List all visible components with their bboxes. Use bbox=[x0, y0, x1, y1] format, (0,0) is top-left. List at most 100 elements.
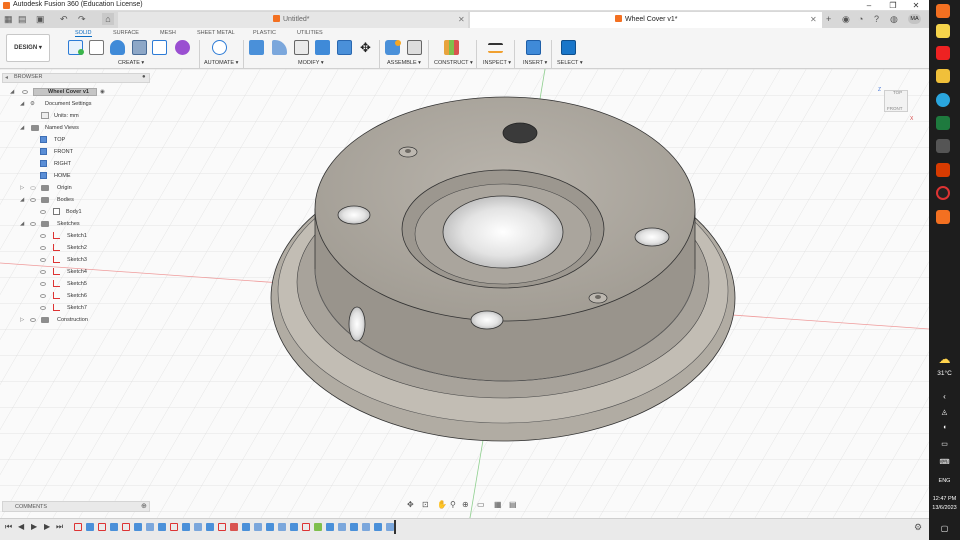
clock-time[interactable]: 12:47 PM bbox=[929, 496, 960, 502]
timeline-sketch-icon[interactable] bbox=[122, 523, 130, 531]
viewcube[interactable]: TOP FRONT Z X bbox=[878, 86, 913, 122]
media-player-icon[interactable] bbox=[936, 186, 950, 200]
expand-arrow-icon[interactable]: ▷ bbox=[20, 314, 24, 326]
timeline-fillet-icon[interactable] bbox=[362, 523, 370, 531]
timeline-fillet-icon[interactable] bbox=[194, 523, 202, 531]
eye-icon[interactable] bbox=[22, 90, 28, 94]
press-pull-icon[interactable] bbox=[249, 40, 264, 55]
first-step-icon[interactable]: ⏮ bbox=[5, 522, 12, 532]
timeline-extrude-icon[interactable] bbox=[374, 523, 382, 531]
look-at-icon[interactable]: ⊡ bbox=[422, 500, 429, 509]
timeline-fillet-icon[interactable] bbox=[146, 523, 154, 531]
language-indicator[interactable]: ENG bbox=[929, 478, 960, 484]
orbit-icon[interactable]: ✥ bbox=[407, 500, 414, 509]
zoom-icon[interactable]: ⚲ bbox=[450, 500, 456, 509]
select-icon[interactable] bbox=[561, 40, 576, 55]
tree-units[interactable]: Units: mm bbox=[0, 110, 152, 122]
undo-icon[interactable]: ↶ bbox=[60, 13, 68, 25]
timeline-fillet-icon[interactable] bbox=[278, 523, 286, 531]
excel-taskbar-icon[interactable] bbox=[936, 116, 950, 130]
tree-root[interactable]: ◢ Wheel Cover v1 ◉ bbox=[0, 86, 152, 98]
tab-solid[interactable]: SOLID bbox=[75, 30, 92, 37]
shell-icon[interactable] bbox=[294, 40, 309, 55]
timeline-extrude-icon[interactable] bbox=[134, 523, 142, 531]
eye-icon[interactable] bbox=[30, 198, 36, 202]
close-icon[interactable]: ✕ bbox=[905, 0, 927, 11]
office-taskbar-icon[interactable] bbox=[936, 163, 950, 177]
move-icon[interactable]: ✥ bbox=[358, 40, 373, 55]
battery-icon[interactable]: ▭ bbox=[929, 440, 960, 448]
workspace-switcher-button[interactable]: DESIGN ▾ bbox=[6, 34, 50, 62]
center-bore[interactable] bbox=[442, 195, 564, 269]
tree-sketch[interactable]: Sketch6 bbox=[0, 290, 152, 302]
tab-close-icon[interactable]: ✕ bbox=[458, 12, 465, 28]
automate-menu[interactable]: AUTOMATE ▾ bbox=[204, 60, 238, 66]
clock-date[interactable]: 13/6/2023 bbox=[929, 505, 960, 511]
help-icon[interactable]: ? bbox=[874, 13, 879, 25]
tree-construction[interactable]: ▷ Construction bbox=[0, 314, 152, 326]
maximize-icon[interactable]: ❐ bbox=[882, 0, 904, 11]
tree-view-top[interactable]: TOP bbox=[0, 134, 152, 146]
tab-close-icon[interactable]: ✕ bbox=[810, 12, 817, 28]
collapse-arrow-icon[interactable]: ◢ bbox=[10, 86, 14, 98]
fusion-running-icon[interactable] bbox=[936, 210, 950, 224]
revolve-icon[interactable] bbox=[132, 40, 147, 55]
modify-menu[interactable]: MODIFY ▾ bbox=[298, 60, 324, 66]
tree-view-right[interactable]: RIGHT bbox=[0, 158, 152, 170]
app-grid-icon[interactable]: ▦ bbox=[4, 13, 13, 25]
eye-icon[interactable] bbox=[40, 210, 46, 214]
assemble-menu[interactable]: ASSEMBLE ▾ bbox=[387, 60, 421, 66]
timeline-extrude-icon[interactable] bbox=[158, 523, 166, 531]
tree-sketch[interactable]: Sketch7 bbox=[0, 302, 152, 314]
tab-sheet-metal[interactable]: SHEET METAL bbox=[197, 30, 235, 36]
edge-taskbar-icon[interactable] bbox=[936, 93, 950, 107]
tab-surface[interactable]: SURFACE bbox=[113, 30, 139, 36]
side-hole[interactable] bbox=[348, 306, 366, 342]
eye-icon[interactable] bbox=[40, 258, 46, 262]
bolt-hole[interactable] bbox=[470, 310, 504, 330]
joint-icon[interactable] bbox=[407, 40, 422, 55]
tree-body1[interactable]: Body1 bbox=[0, 206, 152, 218]
tree-sketches[interactable]: ◢ Sketches bbox=[0, 218, 152, 230]
weather-temp[interactable]: 31°C bbox=[929, 370, 960, 377]
timeline-settings-icon[interactable]: ⚙ bbox=[914, 522, 922, 533]
new-tab-icon[interactable]: + bbox=[826, 13, 831, 25]
inspect-menu[interactable]: INSPECT ▾ bbox=[483, 60, 511, 66]
file-explorer-icon[interactable] bbox=[936, 69, 950, 83]
collapse-arrow-icon[interactable]: ◢ bbox=[20, 218, 24, 230]
tree-bodies[interactable]: ◢ Bodies bbox=[0, 194, 152, 206]
save-icon[interactable]: ▣ bbox=[36, 13, 45, 25]
construct-menu[interactable]: CONSTRUCT ▾ bbox=[434, 60, 473, 66]
sweep-icon[interactable] bbox=[152, 40, 167, 55]
eye-icon[interactable] bbox=[40, 306, 46, 310]
timeline-extrude-icon[interactable] bbox=[290, 523, 298, 531]
job-status-icon[interactable]: ◉ bbox=[842, 13, 850, 25]
insert-image-icon[interactable] bbox=[526, 40, 541, 55]
timeline-thread-icon[interactable] bbox=[314, 523, 322, 531]
timeline-sketch-icon[interactable] bbox=[74, 523, 82, 531]
grid-settings-icon[interactable]: ▦ bbox=[494, 500, 502, 509]
viewcube-front-label[interactable]: FRONT bbox=[887, 106, 903, 111]
tab-plastic[interactable]: PLASTIC bbox=[253, 30, 276, 36]
eye-icon[interactable] bbox=[40, 234, 46, 238]
notification-center-icon[interactable]: ▢ bbox=[929, 524, 960, 533]
notes-taskbar-icon[interactable] bbox=[936, 24, 950, 38]
measure-icon[interactable] bbox=[488, 43, 503, 53]
bolt-hole[interactable] bbox=[634, 227, 670, 247]
weather-icon[interactable]: ☁ bbox=[929, 352, 960, 366]
eye-icon[interactable] bbox=[30, 186, 36, 190]
chevron-left-icon[interactable]: ‹ bbox=[929, 392, 960, 401]
redo-icon[interactable]: ↷ bbox=[78, 13, 86, 25]
tree-sketch[interactable]: Sketch3 bbox=[0, 254, 152, 266]
collapse-arrow-icon[interactable]: ◢ bbox=[20, 122, 24, 134]
eye-icon[interactable] bbox=[30, 318, 36, 322]
tree-view-front[interactable]: FRONT bbox=[0, 146, 152, 158]
extrude-icon[interactable] bbox=[110, 40, 125, 55]
tree-sketch[interactable]: Sketch2 bbox=[0, 242, 152, 254]
timeline-hole-icon[interactable] bbox=[230, 523, 238, 531]
combine-icon[interactable] bbox=[315, 40, 330, 55]
eye-icon[interactable] bbox=[40, 294, 46, 298]
last-step-icon[interactable]: ⏭ bbox=[56, 522, 63, 532]
collapse-arrow-icon[interactable]: ◢ bbox=[20, 98, 24, 110]
insert-menu[interactable]: INSERT ▾ bbox=[523, 60, 547, 66]
